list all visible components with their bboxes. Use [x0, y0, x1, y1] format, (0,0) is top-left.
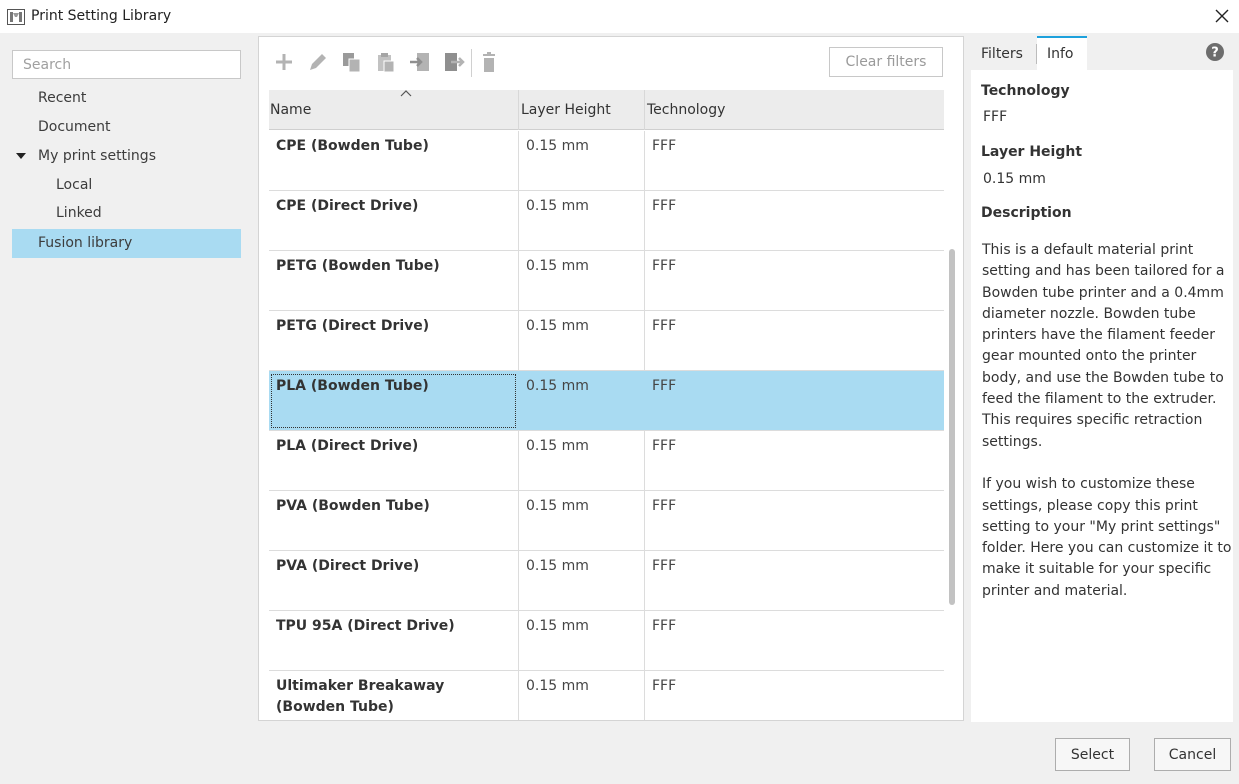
close-icon[interactable]: [1213, 7, 1231, 25]
row-technology: FFF: [644, 551, 944, 610]
column-header-name[interactable]: Name: [269, 90, 518, 130]
vertical-scrollbar[interactable]: [947, 131, 957, 720]
toolbar-divider: [471, 49, 472, 77]
row-name: CPE (Direct Drive): [276, 198, 419, 214]
table-row[interactable]: PLA (Direct Drive) 0.15 mm FFF: [269, 431, 944, 491]
technology-value: FFF: [983, 109, 1008, 125]
export-icon[interactable]: [443, 50, 465, 74]
window-title: Print Setting Library: [31, 8, 172, 24]
layer-height-value: 0.15 mm: [983, 171, 1046, 187]
sidebar-item-local[interactable]: Local: [12, 171, 241, 200]
table-row[interactable]: PETG (Direct Drive) 0.15 mm FFF: [269, 311, 944, 371]
row-technology: FFF: [644, 431, 944, 490]
table-row[interactable]: PVA (Direct Drive) 0.15 mm FFF: [269, 551, 944, 611]
row-layer-height: 0.15 mm: [518, 251, 644, 310]
row-name: PVA (Bowden Tube): [276, 498, 430, 514]
description-text: This is a default material print setting…: [982, 240, 1232, 602]
row-name: TPU 95A (Direct Drive): [276, 618, 455, 634]
row-name: PLA (Direct Drive): [276, 438, 419, 454]
settings-list-panel: Clear filters Name Layer Height Technolo…: [258, 36, 964, 721]
row-layer-height: 0.15 mm: [518, 491, 644, 550]
row-name: PLA (Bowden Tube): [276, 378, 429, 394]
table-row-selected[interactable]: PLA (Bowden Tube) 0.15 mm FFF: [269, 371, 944, 431]
row-technology: FFF: [644, 191, 944, 250]
row-name: CPE (Bowden Tube): [276, 138, 429, 154]
settings-table-body: CPE (Bowden Tube) 0.15 mm FFF CPE (Direc…: [269, 131, 944, 720]
scrollbar-thumb[interactable]: [949, 249, 955, 605]
sidebar-item-recent[interactable]: Recent: [12, 84, 241, 113]
row-layer-height: 0.15 mm: [518, 131, 644, 190]
column-header-layer-height[interactable]: Layer Height: [518, 90, 644, 130]
clear-filters-button[interactable]: Clear filters: [829, 47, 943, 77]
row-technology: FFF: [644, 251, 944, 310]
paste-icon[interactable]: [375, 50, 397, 74]
sidebar-item-label: Recent: [38, 90, 87, 106]
sidebar-item-fusion-library[interactable]: Fusion library: [12, 229, 241, 258]
toolbar: Clear filters: [259, 37, 963, 89]
copy-icon[interactable]: [341, 50, 363, 74]
sidebar-item-my-print-settings[interactable]: My print settings: [12, 142, 241, 171]
column-header-technology[interactable]: Technology: [644, 90, 944, 130]
row-name: Ultimaker Breakaway (Bowden Tube): [276, 678, 445, 715]
import-icon[interactable]: [409, 50, 431, 74]
info-panel: Technology FFF Layer Height 0.15 mm Desc…: [971, 70, 1233, 722]
tab-filters[interactable]: Filters: [971, 36, 1037, 70]
row-layer-height: 0.15 mm: [518, 371, 644, 430]
select-button[interactable]: Select: [1055, 738, 1130, 771]
details-tabs: Filters Info: [971, 36, 1233, 70]
sidebar-item-linked[interactable]: Linked: [12, 199, 241, 228]
chevron-down-icon[interactable]: [16, 153, 26, 160]
table-header: Name Layer Height Technology: [269, 90, 944, 130]
sidebar-item-label: Local: [56, 177, 93, 193]
row-technology: FFF: [644, 311, 944, 370]
row-name: PVA (Direct Drive): [276, 558, 420, 574]
cancel-button[interactable]: Cancel: [1154, 738, 1231, 771]
delete-icon[interactable]: [478, 50, 500, 74]
help-icon[interactable]: ?: [1206, 43, 1224, 61]
row-layer-height: 0.15 mm: [518, 191, 644, 250]
row-technology: FFF: [644, 671, 944, 720]
table-row[interactable]: CPE (Bowden Tube) 0.15 mm FFF: [269, 131, 944, 191]
row-technology: FFF: [644, 131, 944, 190]
row-layer-height: 0.15 mm: [518, 611, 644, 670]
edit-icon[interactable]: [307, 50, 329, 74]
table-row[interactable]: CPE (Direct Drive) 0.15 mm FFF: [269, 191, 944, 251]
table-row[interactable]: Ultimaker Breakaway (Bowden Tube) 0.15 m…: [269, 671, 944, 720]
table-row[interactable]: PETG (Bowden Tube) 0.15 mm FFF: [269, 251, 944, 311]
row-technology: FFF: [644, 371, 944, 430]
row-layer-height: 0.15 mm: [518, 311, 644, 370]
table-row[interactable]: TPU 95A (Direct Drive) 0.15 mm FFF: [269, 611, 944, 671]
sidebar-item-label: Linked: [56, 205, 102, 221]
description-paragraph: This is a default material print setting…: [982, 242, 1225, 450]
table-row[interactable]: PVA (Bowden Tube) 0.15 mm FFF: [269, 491, 944, 551]
row-name: PETG (Bowden Tube): [276, 258, 440, 274]
add-icon[interactable]: [273, 50, 295, 74]
row-technology: FFF: [644, 491, 944, 550]
row-layer-height: 0.15 mm: [518, 551, 644, 610]
library-navigation: Recent Document My print settings Local …: [12, 50, 241, 258]
tab-info[interactable]: Info: [1037, 36, 1087, 70]
search-input[interactable]: [12, 50, 241, 79]
sidebar-item-label: Document: [38, 119, 111, 135]
sidebar-item-document[interactable]: Document: [12, 113, 241, 142]
title-bar: Print Setting Library: [0, 0, 1239, 33]
row-technology: FFF: [644, 611, 944, 670]
row-name: PETG (Direct Drive): [276, 318, 430, 334]
row-layer-height: 0.15 mm: [518, 671, 644, 720]
description-heading: Description: [981, 205, 1072, 221]
sidebar-item-label: My print settings: [38, 148, 156, 164]
row-layer-height: 0.15 mm: [518, 431, 644, 490]
description-paragraph: If you wish to customize these settings,…: [982, 476, 1232, 599]
print-setting-library-icon: [7, 9, 25, 25]
svg-text:?: ?: [1211, 46, 1219, 61]
technology-heading: Technology: [981, 83, 1070, 99]
layer-height-heading: Layer Height: [981, 144, 1083, 160]
sidebar-item-label: Fusion library: [38, 235, 133, 251]
